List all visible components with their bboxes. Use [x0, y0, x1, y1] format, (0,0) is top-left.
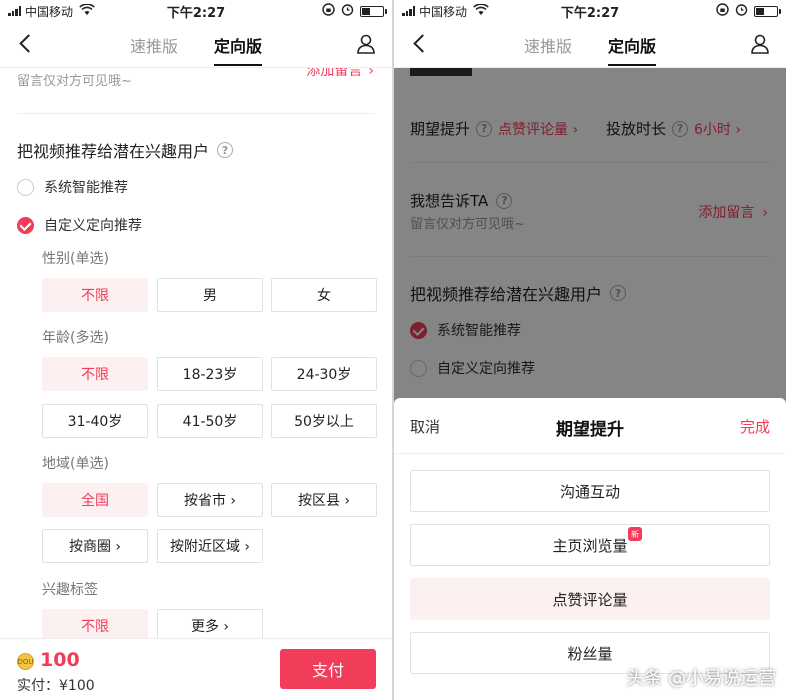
interest-label: 兴趣标签: [42, 582, 98, 598]
help-icon[interactable]: ?: [217, 142, 234, 158]
carrier-label: 中国移动: [25, 4, 74, 19]
tab-fast-promote[interactable]: 速推版: [112, 22, 196, 68]
back-arrow-icon[interactable]: [14, 32, 38, 56]
age-option[interactable]: 18-23岁: [157, 357, 263, 391]
battery-icon: [360, 5, 387, 17]
radio-custom[interactable]: 自定义定向推荐: [17, 215, 142, 235]
add-msg-label: 添加留言: [306, 68, 363, 79]
cancel-button[interactable]: 取消: [410, 416, 440, 437]
right-screen: 中国移动 下午2:27 速推版 定向版 期望提升 ? 点赞评论量 › 投放时长 …: [394, 0, 786, 700]
sheet-header: 取消 期望提升 完成: [394, 398, 786, 454]
rotation-lock-icon: [716, 3, 729, 19]
wifi-icon: [79, 2, 95, 19]
user-icon[interactable]: [748, 32, 772, 56]
radio-smart[interactable]: 系统智能推荐: [17, 177, 128, 197]
rotation-lock-icon: [322, 3, 335, 19]
paid-amount: 实付：¥100: [17, 678, 95, 694]
gender-label: 性别(单选): [42, 251, 109, 267]
signal-icon: [8, 6, 21, 16]
coin-amount: 100: [40, 649, 80, 671]
top-nav: 速推版 定向版: [0, 22, 392, 68]
expect-sheet: 取消 期望提升 完成 沟通互动 主页浏览量 新 点赞评论量 粉丝量: [394, 398, 786, 700]
radio-custom-label: 自定义定向推荐: [44, 218, 142, 234]
age-option[interactable]: 31-40岁: [42, 404, 148, 438]
battery-icon: [754, 5, 781, 17]
region-option[interactable]: 按商圈 ›: [42, 529, 148, 563]
coin-icon: DOU: [17, 653, 34, 670]
region-option[interactable]: 全国: [42, 483, 148, 517]
gender-option[interactable]: 女: [271, 278, 377, 312]
top-nav: 速推版 定向版: [394, 22, 786, 68]
age-label: 年龄(多选): [42, 330, 109, 346]
radio-unchecked-icon: [17, 178, 34, 196]
radio-smart-label: 系统智能推荐: [44, 180, 128, 196]
chevron-right-icon: ›: [368, 68, 374, 79]
recommend-title-text: 把视频推荐给潜在兴趣用户: [17, 142, 210, 161]
status-bar: 中国移动 下午2:27: [394, 0, 786, 22]
gender-option[interactable]: 男: [157, 278, 263, 312]
age-option[interactable]: 41-50岁: [157, 404, 263, 438]
age-option[interactable]: 50岁以上: [271, 404, 377, 438]
recommend-title: 把视频推荐给潜在兴趣用户 ?: [17, 138, 234, 162]
new-badge: 新: [628, 527, 642, 541]
tab-targeted[interactable]: 定向版: [590, 22, 674, 68]
watermark: 头条 @小易说运营: [626, 668, 776, 689]
tab-fast-promote[interactable]: 速推版: [506, 22, 590, 68]
expect-option[interactable]: 沟通互动: [410, 470, 770, 512]
expect-option[interactable]: 主页浏览量: [410, 524, 770, 566]
alarm-icon: [735, 3, 748, 19]
pay-bar: DOU 100 实付：¥100 支付: [0, 638, 392, 700]
leave-msg-hint: 留言仅对方可见哦~: [17, 74, 132, 89]
left-screen: 中国移动 下午2:27 速推版 定向版 留言仅对方可见哦~ 添加留言 › 把视频推…: [0, 0, 392, 700]
region-label: 地域(单选): [42, 456, 109, 472]
age-option[interactable]: 不限: [42, 357, 148, 391]
wifi-icon: [473, 2, 489, 19]
pay-button[interactable]: 支付: [280, 649, 376, 689]
divider: [17, 113, 375, 114]
expect-option-label: 主页浏览量: [552, 536, 628, 555]
signal-icon: [402, 6, 415, 16]
add-msg-link[interactable]: 添加留言 ›: [306, 68, 374, 80]
back-arrow-icon[interactable]: [408, 32, 432, 56]
age-option[interactable]: 24-30岁: [271, 357, 377, 391]
region-option[interactable]: 按省市 ›: [157, 483, 263, 517]
alarm-icon: [341, 3, 354, 19]
region-option[interactable]: 按附近区域 ›: [157, 529, 263, 563]
sheet-title: 期望提升: [556, 420, 624, 440]
tab-targeted[interactable]: 定向版: [196, 22, 280, 68]
radio-checked-icon: [17, 216, 34, 234]
region-option[interactable]: 按区县 ›: [271, 483, 377, 517]
status-bar: 中国移动 下午2:27: [0, 0, 392, 22]
gender-option[interactable]: 不限: [42, 278, 148, 312]
expect-option[interactable]: 点赞评论量: [410, 578, 770, 620]
user-icon[interactable]: [354, 32, 378, 56]
left-content: 留言仅对方可见哦~ 添加留言 › 把视频推荐给潜在兴趣用户 ? 系统智能推荐 自定…: [0, 68, 392, 700]
done-button[interactable]: 完成: [740, 416, 770, 437]
carrier-label: 中国移动: [419, 4, 468, 19]
